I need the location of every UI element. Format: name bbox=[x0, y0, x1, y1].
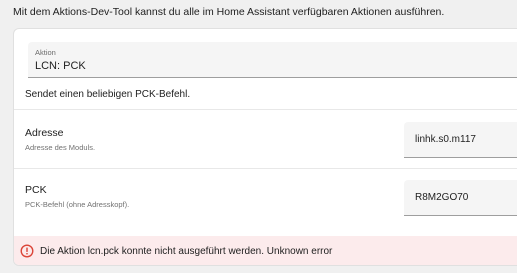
divider bbox=[14, 109, 517, 110]
adresse-input-value: linhk.s0.m117 bbox=[415, 134, 476, 145]
field-name-adresse: Adresse bbox=[25, 127, 64, 139]
field-name-pck: PCK bbox=[25, 184, 47, 196]
action-select-value: LCN: PCK bbox=[35, 60, 86, 72]
error-alert: Die Aktion lcn.pck konnte nicht ausgefüh… bbox=[14, 236, 517, 265]
action-select[interactable]: Aktion LCN: PCK bbox=[28, 42, 517, 78]
action-select-label: Aktion bbox=[35, 48, 56, 57]
intro-text: Mit dem Aktions-Dev-Tool kannst du alle … bbox=[13, 6, 445, 18]
pck-input-value: R8M2GO70 bbox=[415, 192, 469, 203]
alert-circle-icon bbox=[20, 244, 34, 263]
divider bbox=[14, 168, 517, 169]
adresse-input[interactable]: linhk.s0.m117 bbox=[404, 122, 517, 158]
action-card: Aktion LCN: PCK Sendet einen beliebigen … bbox=[13, 28, 517, 266]
pck-input[interactable]: R8M2GO70 bbox=[404, 180, 517, 216]
field-help-pck: PCK-Befehl (ohne Adresskopf). bbox=[25, 200, 130, 209]
field-help-adresse: Adresse des Moduls. bbox=[25, 143, 96, 152]
error-message: Die Aktion lcn.pck konnte nicht ausgefüh… bbox=[40, 246, 333, 257]
action-description: Sendet einen beliebigen PCK-Befehl. bbox=[25, 89, 191, 100]
